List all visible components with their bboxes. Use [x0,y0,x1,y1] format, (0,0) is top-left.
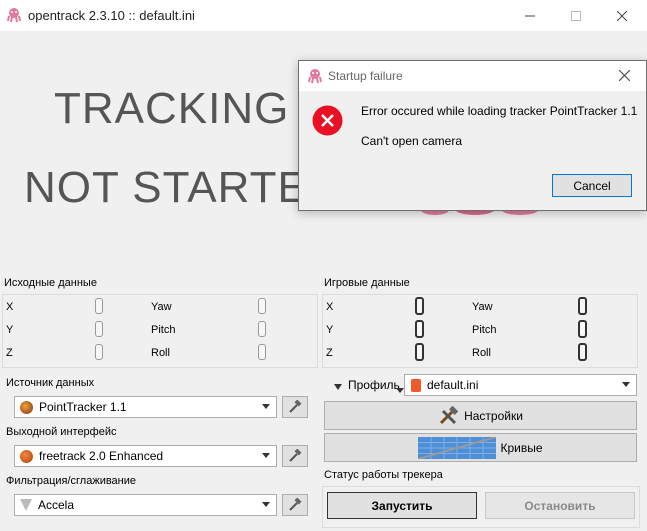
raw-z-label: Z [6,347,13,359]
tracker-select-value: PointTracker 1.1 [39,400,127,414]
dialog-title: Startup failure [328,69,403,83]
settings-button-label: Настройки [464,408,523,423]
window-title: opentrack 2.3.10 :: default.ini [28,8,195,23]
tracker-select[interactable]: PointTracker 1.1 [14,396,277,418]
raw-yaw-value [258,298,266,314]
protocol-select[interactable]: freetrack 2.0 Enhanced [14,445,277,467]
tracking-status-line2: NOT STARTED [24,163,341,212]
raw-y-value [95,321,103,337]
hammer-icon [289,449,302,462]
startup-failure-dialog: Startup failure Error occured while load… [298,60,647,211]
game-z-value [415,343,424,361]
game-y-value [415,320,424,338]
game-yaw-value [578,297,587,315]
hammer-icon [289,498,302,511]
tools-icon [440,405,459,424]
octopus-app-icon [6,7,22,23]
game-yaw-label: Yaw [472,301,493,313]
game-y-label: Y [326,324,334,336]
ini-file-icon [411,378,421,392]
raw-roll-value [258,344,266,360]
raw-x-value [95,298,103,314]
filter-select-value: Accela [38,498,75,512]
hammer-icon [289,400,302,413]
dialog-close-button[interactable] [618,69,631,84]
raw-z-value [95,344,103,360]
filter-select[interactable]: Accela [14,494,277,516]
raw-y-label: Y [6,324,14,336]
minimize-button[interactable] [507,0,553,31]
cancel-button[interactable]: Cancel [552,174,632,197]
maximize-button[interactable] [553,0,599,31]
stop-button[interactable]: Остановить [485,492,635,519]
profile-menu-arrow-icon[interactable] [396,383,404,397]
curves-button[interactable]: Кривые [324,433,637,462]
chevron-down-icon [622,382,630,387]
profile-label[interactable]: Профиль [348,378,400,392]
error-detail: Can't open camera [361,134,463,148]
game-pitch-label: Pitch [472,324,497,336]
game-data-label: Игровые данные [324,277,410,289]
tracker-settings-button[interactable] [282,396,308,418]
error-icon [312,105,343,139]
filter-label: Фильтрация/сглаживание [6,475,137,487]
tracker-status-label: Статус работы трекера [324,469,443,481]
chevron-down-icon [262,453,270,458]
octopus-app-icon [307,68,323,87]
freetrack-icon [20,449,33,463]
raw-x-label: X [6,301,14,313]
game-x-value [415,297,424,315]
close-button[interactable] [599,0,645,31]
protocol-select-value: freetrack 2.0 Enhanced [39,449,164,463]
start-button[interactable]: Запустить [327,492,477,519]
pointtracker-icon [20,400,33,414]
game-x-label: X [326,301,334,313]
accela-icon [20,499,32,511]
protocol-settings-button[interactable] [282,445,308,467]
raw-pitch-label: Pitch [151,324,176,336]
chevron-down-icon [262,502,270,507]
chevron-down-icon [262,404,270,409]
profile-select[interactable]: default.ini [404,374,637,396]
raw-data-label: Исходные данные [4,277,97,289]
raw-yaw-label: Yaw [151,301,172,313]
curve-graph-icon [418,436,497,459]
filter-settings-button[interactable] [282,494,308,516]
raw-pitch-value [258,321,266,337]
tracking-status-line1: TRACKING [54,84,290,133]
game-roll-label: Roll [472,347,491,359]
curves-button-label: Кривые [500,440,543,455]
source-label: Источник данных [6,377,95,389]
settings-button[interactable]: Настройки [324,401,637,430]
profile-select-value: default.ini [427,378,479,392]
output-label: Выходной интерфейс [6,426,117,438]
raw-roll-label: Roll [151,347,170,359]
error-message: Error occured while loading tracker Poin… [361,104,638,118]
game-roll-value [578,343,587,361]
game-z-label: Z [326,347,333,359]
profile-arrow-icon[interactable] [333,380,343,394]
game-pitch-value [578,320,587,338]
